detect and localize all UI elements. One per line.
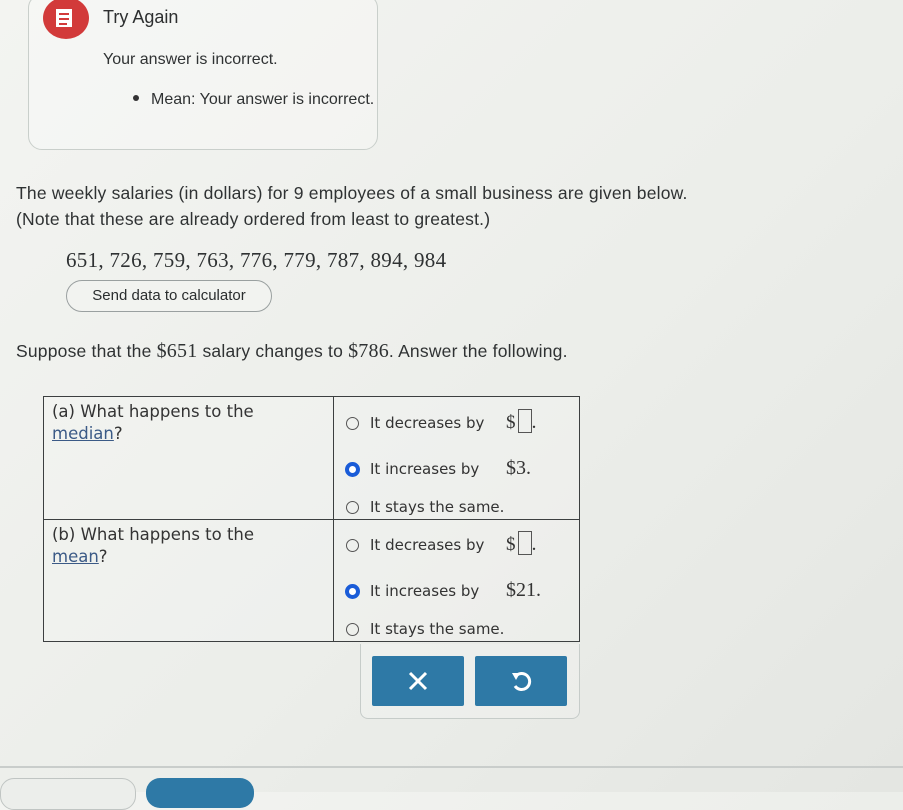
period: . [531, 533, 537, 555]
send-to-calculator-button[interactable]: Send data to calculator [66, 280, 272, 312]
option-b-decreases-label: It decreases by [370, 536, 485, 554]
clear-button[interactable] [372, 656, 464, 706]
question-a-suffix: ? [113, 424, 123, 443]
column-divider [333, 397, 334, 641]
dollar-sign: $ [506, 412, 516, 433]
radio-b-decreases[interactable] [346, 539, 359, 552]
feedback-title: Try Again [103, 7, 179, 27]
feedback-bullet-text: Mean: Your answer is incorrect. [151, 91, 375, 108]
problem-statement: The weekly salaries (in dollars) for 9 e… [16, 180, 776, 232]
bottom-left-button[interactable] [0, 778, 136, 810]
period: . [531, 411, 537, 433]
answer-box-b[interactable] [517, 531, 532, 556]
radio-b-same[interactable] [346, 623, 359, 636]
suppose-prefix: Suppose that the [16, 341, 157, 361]
feedback-bullet: Mean: Your answer is incorrect. [133, 91, 374, 109]
bullet-dot [133, 94, 139, 101]
option-b-same-label: It stays the same. [370, 620, 505, 638]
radio-a-decreases[interactable] [346, 417, 359, 430]
suppose-statement: Suppose that the $651 salary changes to … [16, 340, 568, 363]
question-a-text: (a) What happens to the [52, 402, 254, 421]
problem-line-2: (Note that these are already ordered fro… [16, 209, 491, 229]
close-icon [408, 671, 428, 691]
undo-icon [512, 672, 532, 691]
new-salary: $786 [348, 340, 389, 362]
question-a-label: (a) What happens to the median? [52, 401, 254, 445]
suppose-suffix: . Answer the following. [388, 341, 568, 361]
question-b-suffix: ? [98, 547, 108, 566]
bottom-right-button[interactable] [146, 778, 254, 808]
radio-b-increases-selected[interactable] [345, 584, 360, 599]
old-salary: $651 [156, 340, 198, 362]
option-a-decreases-value: $. [506, 409, 537, 435]
median-link[interactable]: median [52, 424, 114, 443]
mean-link[interactable]: mean [52, 547, 99, 566]
undo-button[interactable] [475, 656, 567, 706]
radio-a-same[interactable] [346, 501, 359, 514]
try-again-icon [43, 0, 89, 39]
feedback-panel: Try Again Your answer is incorrect. Mean… [28, 0, 378, 150]
option-b-decreases-value: $. [506, 531, 537, 557]
radio-a-increases-selected[interactable] [345, 462, 360, 477]
option-a-increases-label: It increases by [370, 460, 480, 478]
question-b-label: (b) What happens to the mean? [52, 524, 254, 568]
option-a-same-label: It stays the same. [370, 498, 505, 516]
dollar-sign: $ [506, 534, 516, 555]
salary-data: 651, 726, 759, 763, 776, 779, 787, 894, … [66, 248, 447, 272]
problem-line-1: The weekly salaries (in dollars) for 9 e… [16, 183, 688, 203]
suppose-mid: salary changes to [197, 341, 349, 361]
feedback-message: Your answer is incorrect. [103, 51, 278, 68]
question-b-text: (b) What happens to the [52, 525, 255, 544]
option-b-increases-label: It increases by [370, 582, 480, 600]
bottom-divider [0, 766, 903, 768]
option-b-increases-value: $21. [506, 579, 541, 601]
answer-box-a[interactable] [517, 409, 532, 434]
option-a-decreases-label: It decreases by [370, 414, 485, 432]
option-a-increases-value: $3. [506, 457, 531, 479]
question-table: (a) What happens to the median? It decre… [43, 396, 580, 642]
row-divider [44, 519, 579, 520]
